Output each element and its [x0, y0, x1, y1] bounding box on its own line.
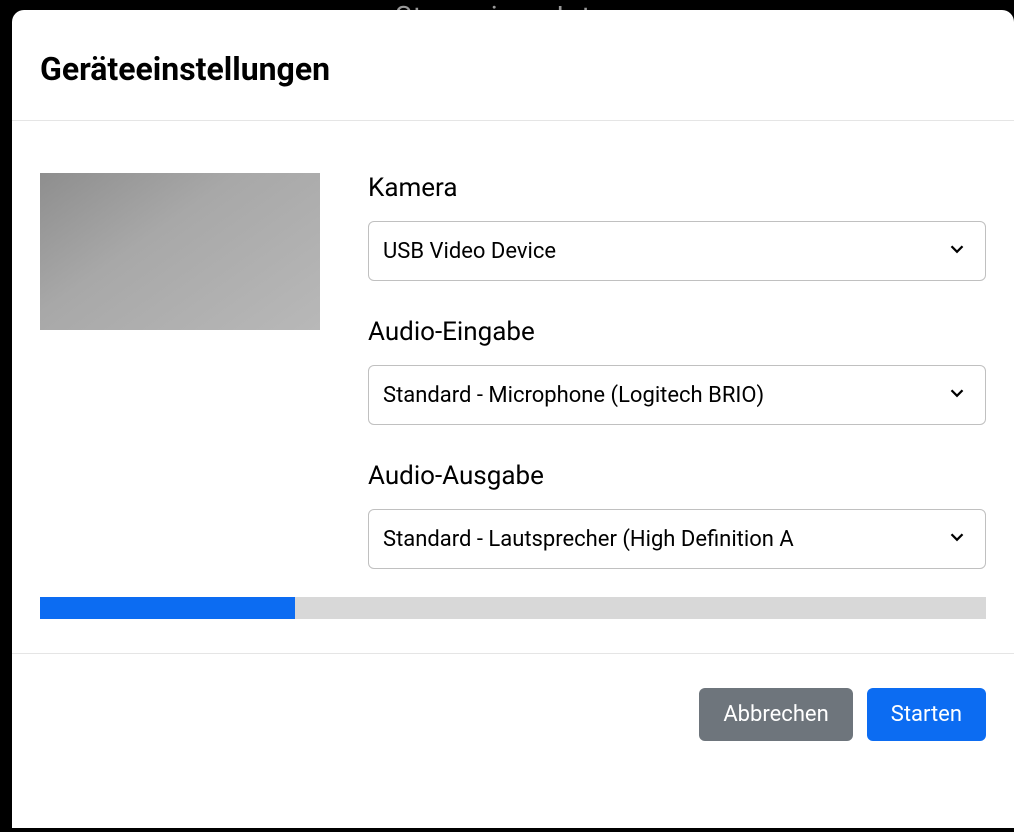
camera-preview — [40, 173, 320, 330]
camera-setting: Kamera USB Video Device — [368, 173, 986, 281]
modal-title: Geräteeinstellungen — [40, 50, 986, 88]
modal-body: Kamera USB Video Device Audio-Eingabe St… — [12, 121, 1014, 589]
audio-output-setting: Audio-Ausgabe Standard - Lautsprecher (H… — [368, 461, 986, 569]
audio-input-setting: Audio-Eingabe Standard - Microphone (Log… — [368, 317, 986, 425]
audio-level-fill — [40, 597, 295, 619]
camera-select-wrapper: USB Video Device — [368, 221, 986, 281]
audio-input-select[interactable]: Standard - Microphone (Logitech BRIO) — [368, 365, 986, 425]
audio-input-select-wrapper: Standard - Microphone (Logitech BRIO) — [368, 365, 986, 425]
modal-footer: Abbrechen Starten — [12, 653, 1014, 741]
camera-label: Kamera — [368, 173, 986, 203]
settings-column: Kamera USB Video Device Audio-Eingabe St… — [368, 173, 986, 569]
camera-select[interactable]: USB Video Device — [368, 221, 986, 281]
device-settings-modal: Geräteeinstellungen Kamera USB Video Dev… — [12, 10, 1014, 828]
audio-level-meter — [40, 597, 986, 619]
modal-header: Geräteeinstellungen — [12, 10, 1014, 121]
audio-output-label: Audio-Ausgabe — [368, 461, 986, 491]
audio-input-label: Audio-Eingabe — [368, 317, 986, 347]
audio-output-select[interactable]: Standard - Lautsprecher (High Definition… — [368, 509, 986, 569]
start-button[interactable]: Starten — [867, 688, 986, 741]
cancel-button[interactable]: Abbrechen — [699, 688, 852, 741]
audio-output-select-wrapper: Standard - Lautsprecher (High Definition… — [368, 509, 986, 569]
